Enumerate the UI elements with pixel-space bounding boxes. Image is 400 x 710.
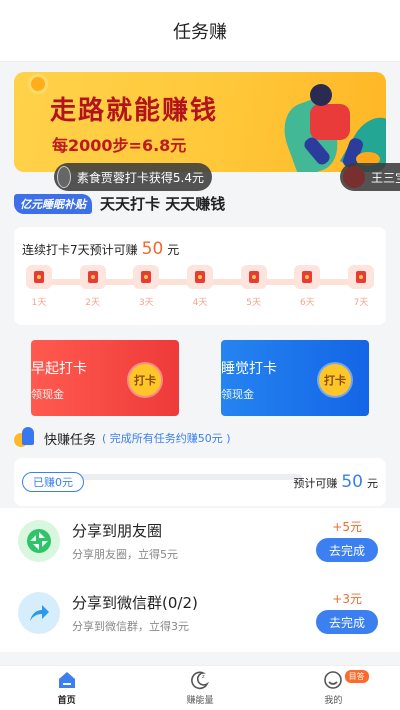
red-packet-icon [294,265,321,289]
profile-icon [324,671,343,689]
task-reward: +5元 [332,520,362,534]
quick-earn-icon [14,427,36,449]
banner-title: 走路就能赚钱 [50,96,219,126]
checkin-header: 连续打卡7天预计可赚 50 元 [22,239,179,259]
page-title: 任务赚 [173,21,227,43]
quick-tasks-note: ( 完成所有任务约赚50元 ) [102,432,231,445]
card-subtitle: 领现金 [31,388,64,401]
moon-icon: z [191,671,210,690]
checkin-prefix: 连续打卡7天预计可赚 [22,243,138,257]
complete-task-button[interactable]: 去完成 [316,538,378,562]
red-packet-icon [79,265,106,289]
red-packet-icon [240,265,267,289]
runner-illustration [310,84,332,106]
tab-label: 赚能量 [186,696,214,706]
checkin-streak-card: 连续打卡7天预计可赚 50 元 1天 2天 3天 4天 5天 6天 7天 [14,227,386,325]
coin-decoration [28,74,48,94]
checkin-day: 6天 [294,265,321,308]
task-row: 分享到朋友圈 分享朋友圈，立得5元 +5元 去完成 [0,508,400,580]
tab-home[interactable]: 首页 [0,666,133,710]
day-label: 1天 [31,298,47,308]
est-unit: 元 [367,477,378,490]
promo-banner[interactable]: 走路就能赚钱 每2000步=6.8元 [14,72,386,172]
day-label: 4天 [192,298,208,308]
share-arrow-icon [18,592,60,634]
card-title: 睡觉打卡 [221,361,277,377]
nav-bar: 任务赚 [0,0,400,62]
profile-badge: 目答 [344,670,369,683]
day-label: 2天 [85,298,101,308]
subsidy-tag: 亿元睡眠补贴 [14,193,92,214]
banner-subtitle: 每2000步=6.8元 [52,136,187,155]
earned-pill: 已赚0元 [22,472,84,492]
quick-tasks-header: 快赚任务 ( 完成所有任务约赚50元 ) [14,427,231,449]
red-packet-icon [187,265,213,289]
red-packet-icon [133,265,160,289]
bottom-tab-bar: 首页 z 赚能量 我的 目答 [0,665,400,710]
card-subtitle: 领现金 [221,388,254,401]
task-row: 分享到微信群(0/2) 分享到微信群，立得3元 +3元 去完成 [0,580,400,652]
checkin-day: 5天 [240,265,267,308]
runner-illustration [310,104,350,140]
task-title: 分享到微信群(0/2) [72,594,198,612]
tab-earn-energy[interactable]: z 赚能量 [133,666,266,710]
checkin-day: 1天 [26,265,52,308]
quick-tasks-title: 快赚任务 [44,432,97,448]
day-label: 5天 [246,298,262,308]
complete-task-button[interactable]: 去完成 [316,610,378,634]
home-icon [58,672,75,688]
task-subtitle: 分享到微信群，立得3元 [72,620,189,633]
morning-checkin-card[interactable]: 早起打卡 领现金 打卡 [31,340,179,416]
slogan-text: 天天打卡 天天赚钱 [100,195,226,213]
checkin-day: 4天 [187,265,213,308]
sleep-checkin-card[interactable]: 睡觉打卡 领现金 打卡 [221,340,369,416]
checkin-button[interactable]: 打卡 [319,364,351,396]
task-reward: +3元 [332,592,362,606]
day-label: 6天 [299,298,315,308]
day-label: 3天 [138,298,154,308]
tab-label: 我的 [324,696,343,706]
tab-profile[interactable]: 我的 目答 [267,666,400,710]
ticker-message: 素食贾蓉打卡获得5.4元 [54,163,212,191]
ticker-text: 王三宝 [371,170,400,185]
checkin-day: 7天 [348,265,374,308]
task-subtitle: 分享朋友圈，立得5元 [72,548,178,561]
task-title: 分享到朋友圈 [72,522,163,540]
red-packet-icon [26,265,52,289]
checkin-day: 3天 [133,265,160,308]
ticker-message: 王三宝 [340,163,400,191]
earnings-progress-card: 已赚0元 预计可赚 50 元 [14,458,386,506]
wechat-moments-icon [18,520,60,562]
est-prefix: 预计可赚 [293,477,338,490]
avatar [343,166,365,188]
red-packet-icon [348,265,374,289]
checkin-button[interactable]: 打卡 [129,364,161,396]
checkin-day: 2天 [79,265,106,308]
checkin-unit: 元 [167,243,180,257]
svg-text:z: z [202,674,205,680]
day-label: 7天 [353,298,369,308]
checkin-amount: 50 [141,239,164,259]
avatar [57,166,71,188]
tab-label: 首页 [57,696,76,706]
slogan-row: 亿元睡眠补贴 天天打卡 天天赚钱 [14,193,225,214]
card-title: 早起打卡 [31,361,87,377]
estimated-earnings: 预计可赚 50 元 [293,472,378,492]
ticker-text: 素食贾蓉打卡获得5.4元 [76,170,204,185]
est-value: 50 [341,472,363,492]
